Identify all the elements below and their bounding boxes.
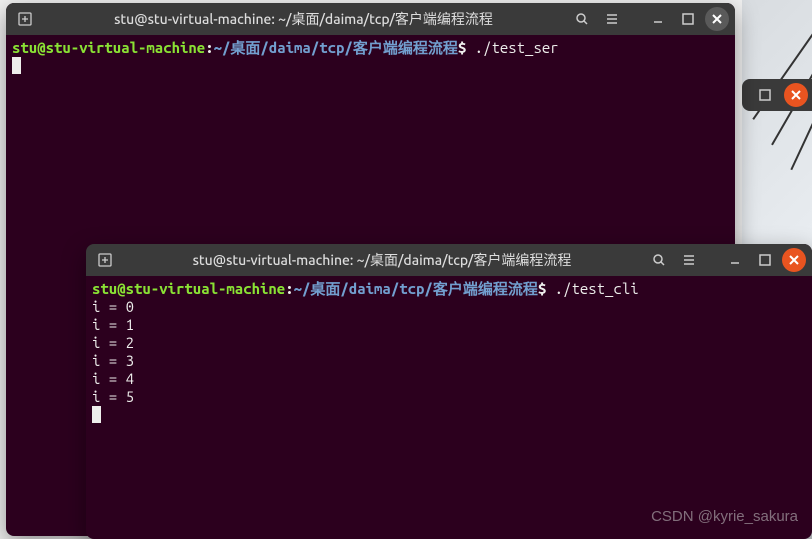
prompt-path: ~/桌面/daima/tcp/客户端编程流程: [214, 39, 458, 56]
close-button[interactable]: [705, 7, 729, 31]
prompt-user: stu: [12, 39, 37, 56]
menu-button[interactable]: [676, 248, 702, 272]
output-line: i = 4: [92, 370, 806, 388]
close-button[interactable]: [782, 248, 806, 272]
command-text: ./test_ser: [475, 39, 559, 56]
output-line: i = 2: [92, 334, 806, 352]
maximize-button[interactable]: [752, 83, 778, 107]
minimize-button[interactable]: [645, 7, 671, 31]
output-line: i = 3: [92, 352, 806, 370]
prompt-user: stu: [92, 280, 117, 297]
titlebar[interactable]: stu@stu-virtual-machine: ~/桌面/daima/tcp/…: [6, 3, 735, 35]
cursor: [12, 57, 21, 74]
menu-button[interactable]: [599, 7, 625, 31]
background-window-titlebar: [742, 79, 812, 111]
window-title: stu@stu-virtual-machine: ~/桌面/daima/tcp/…: [122, 250, 642, 270]
output-line: i = 0: [92, 298, 806, 316]
output-line: i = 5: [92, 388, 806, 406]
prompt-host: stu-virtual-machine: [126, 280, 286, 297]
prompt-path: ~/桌面/daima/tcp/客户端编程流程: [294, 280, 538, 297]
maximize-button[interactable]: [675, 7, 701, 31]
command-text: ./test_cli: [555, 280, 639, 297]
terminal-output: i = 0 i = 1 i = 2 i = 3 i = 4 i = 5: [92, 298, 806, 406]
maximize-button[interactable]: [752, 248, 778, 272]
terminal-window-client[interactable]: stu@stu-virtual-machine: ~/桌面/daima/tcp/…: [86, 244, 812, 539]
watermark: CSDN @kyrie_sakura: [651, 508, 798, 525]
search-button[interactable]: [569, 7, 595, 31]
new-tab-button[interactable]: [12, 7, 38, 31]
terminal-content[interactable]: stu@stu-virtual-machine:~/桌面/daima/tcp/客…: [86, 276, 812, 539]
search-button[interactable]: [646, 248, 672, 272]
output-line: i = 1: [92, 316, 806, 334]
cursor: [92, 406, 101, 423]
new-tab-button[interactable]: [92, 248, 118, 272]
minimize-button[interactable]: [722, 248, 748, 272]
close-button[interactable]: [784, 83, 808, 107]
prompt-host: stu-virtual-machine: [46, 39, 206, 56]
titlebar[interactable]: stu@stu-virtual-machine: ~/桌面/daima/tcp/…: [86, 244, 812, 276]
window-title: stu@stu-virtual-machine: ~/桌面/daima/tcp/…: [42, 9, 565, 29]
